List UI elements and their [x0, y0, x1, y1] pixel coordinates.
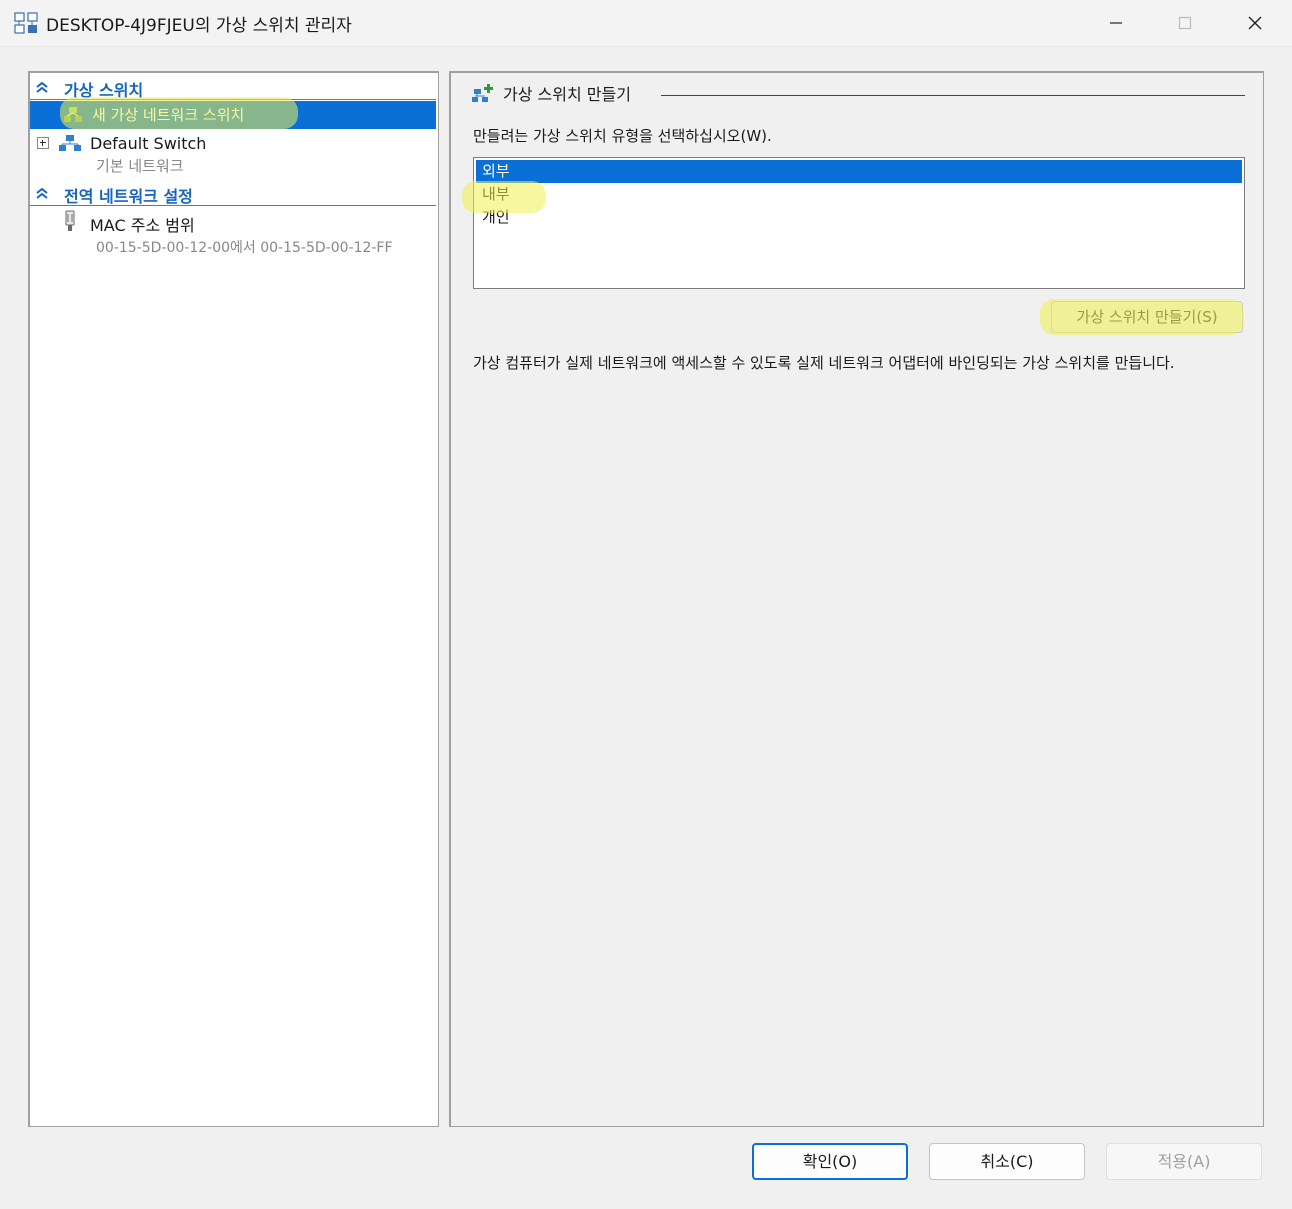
maximize-button	[1155, 0, 1215, 46]
switch-type-option-external[interactable]: 외부	[476, 160, 1242, 183]
group-header: 가상 스위치 만들기	[471, 81, 631, 105]
apply-button[interactable]: 적용(A)	[1106, 1143, 1262, 1180]
ok-button[interactable]: 확인(O)	[752, 1143, 908, 1180]
tree-item-label: Default Switch	[90, 134, 207, 153]
section-virtual-switches[interactable]: 가상 스위치	[30, 75, 436, 100]
mac-range-description: 00-15-5D-00-12-00에서 00-15-5D-00-12-FF	[96, 240, 393, 256]
switch-type-listbox[interactable]: 외부 내부 개인	[473, 157, 1245, 289]
cancel-button[interactable]: 취소(C)	[929, 1143, 1085, 1180]
switch-type-prompt: 만들려는 가상 스위치 유형을 선택하십시오(W).	[473, 127, 772, 145]
section-global-network-settings[interactable]: 전역 네트워크 설정	[30, 181, 436, 206]
group-title: 가상 스위치 만들기	[503, 85, 631, 104]
details-pane: 가상 스위치 만들기 만들려는 가상 스위치 유형을 선택하십시오(W). 외부…	[449, 71, 1264, 1127]
tree-item-mac-address-range[interactable]: MAC 주소 범위	[30, 210, 436, 235]
new-switch-icon	[64, 107, 82, 122]
title-bar: DESKTOP-4J9FJEU의 가상 스위치 관리자	[0, 0, 1292, 47]
tree-item-new-switch[interactable]: 새 가상 네트워크 스위치	[30, 101, 436, 129]
section-label: 전역 네트워크 설정	[64, 187, 193, 206]
close-button[interactable]	[1225, 0, 1285, 46]
switch-type-option-internal[interactable]: 내부	[476, 183, 1242, 206]
switch-type-description: 가상 컴퓨터가 실제 네트워크에 액세스할 수 있도록 실제 네트워크 어댑터에…	[473, 354, 1175, 372]
navigation-tree: 가상 스위치 새 가상 네트워크 스위치 Default Switch 기본 네…	[28, 71, 439, 1127]
collapse-chevron-icon	[36, 187, 48, 199]
mac-range-icon	[65, 210, 75, 231]
tree-item-label: MAC 주소 범위	[90, 216, 195, 235]
collapse-chevron-icon	[36, 81, 48, 93]
add-switch-icon	[472, 84, 493, 102]
create-virtual-switch-button[interactable]: 가상 스위치 만들기(S)	[1051, 301, 1243, 333]
maximize-icon	[1178, 16, 1192, 30]
minimize-icon	[1110, 22, 1122, 24]
tree-item-label: 새 가상 네트워크 스위치	[92, 106, 245, 124]
section-label: 가상 스위치	[64, 81, 144, 100]
default-switch-description: 기본 네트워크	[96, 157, 184, 175]
switch-type-option-private[interactable]: 개인	[476, 206, 1242, 229]
close-icon	[1248, 16, 1262, 30]
window-title: DESKTOP-4J9FJEU의 가상 스위치 관리자	[46, 16, 352, 36]
minimize-button[interactable]	[1086, 0, 1146, 46]
switch-manager-app-icon	[14, 12, 38, 34]
group-divider	[661, 95, 1245, 96]
network-switch-icon	[59, 135, 81, 151]
tree-item-default-switch[interactable]: Default Switch	[30, 133, 436, 155]
